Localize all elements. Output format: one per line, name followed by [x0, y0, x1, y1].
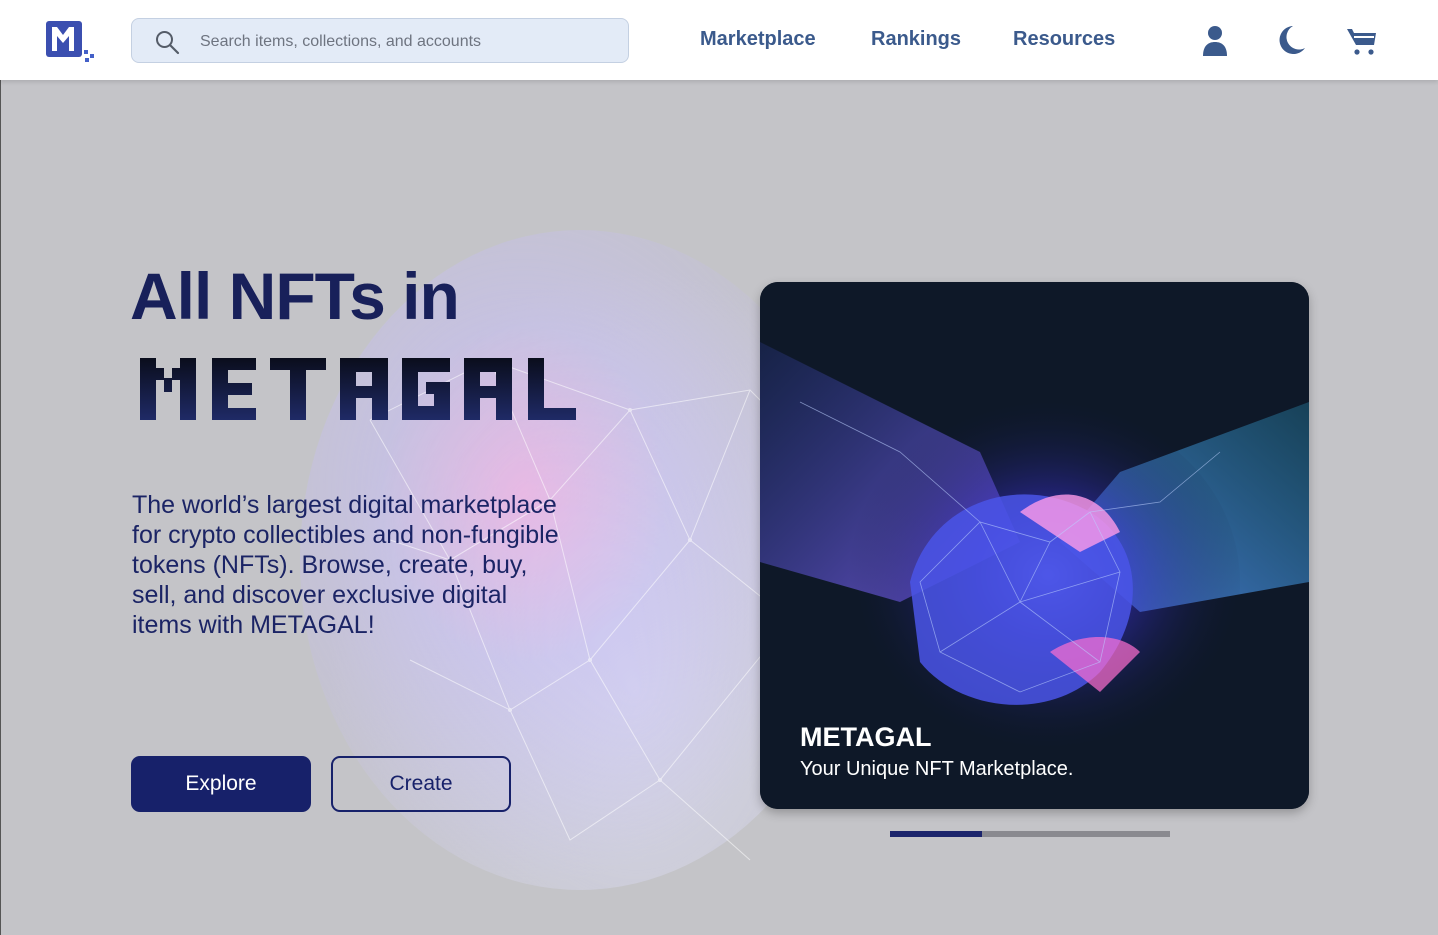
- cart-icon[interactable]: [1344, 22, 1380, 58]
- top-header: Marketplace Rankings Resources: [0, 0, 1438, 80]
- metagal-wordmark: [140, 358, 576, 420]
- moon-icon[interactable]: [1273, 22, 1309, 58]
- hero-description: The world’s largest digital marketplace …: [132, 491, 559, 639]
- metagal-logo-icon[interactable]: [44, 18, 96, 64]
- carousel-progress-track[interactable]: [890, 831, 1170, 837]
- create-button[interactable]: Create: [331, 756, 511, 812]
- nav-resources[interactable]: Resources: [1013, 28, 1115, 51]
- nav-marketplace[interactable]: Marketplace: [700, 28, 816, 51]
- card-title: METAGAL: [800, 722, 932, 752]
- hero-headline: All NFTs in: [130, 259, 460, 333]
- carousel-progress-fill: [890, 831, 983, 837]
- user-icon[interactable]: [1197, 22, 1233, 58]
- nav-rankings[interactable]: Rankings: [871, 28, 961, 51]
- card-subtitle: Your Unique NFT Marketplace.: [800, 758, 1074, 780]
- search-icon[interactable]: [154, 29, 180, 55]
- featured-carousel-card[interactable]: METAGAL Your Unique NFT Marketplace.: [760, 282, 1309, 809]
- explore-button[interactable]: Explore: [131, 756, 311, 812]
- search-bar[interactable]: [131, 18, 629, 64]
- search-input[interactable]: [198, 19, 622, 64]
